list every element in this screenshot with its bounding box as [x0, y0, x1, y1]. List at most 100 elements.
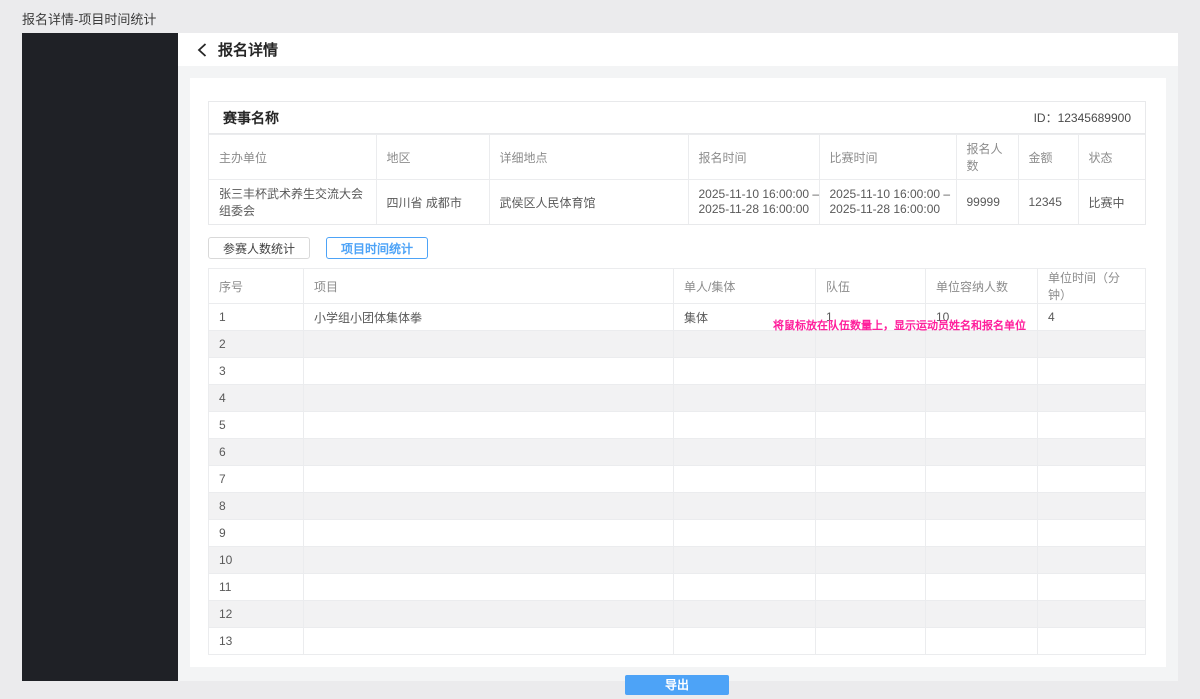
- amount-value: 12345: [1018, 180, 1078, 225]
- team-count-cell: [816, 574, 926, 601]
- signup-count-value: 99999: [956, 180, 1018, 225]
- team-count-cell: [816, 412, 926, 439]
- status-badge: 比赛中: [1078, 180, 1145, 225]
- table-cell: [1038, 412, 1146, 439]
- match-time-value: 2025-11-10 16:00:00 – 2025-11-28 16:00:0…: [819, 180, 956, 225]
- table-header-row: 序号 项目 单人/集体 队伍 单位容纳人数 单位时间（分钟）: [209, 269, 1146, 304]
- team-count-cell: [816, 601, 926, 628]
- table-cell: [674, 520, 816, 547]
- table-cell: [926, 439, 1038, 466]
- stat-tabs: 参赛人数统计 项目时间统计: [208, 237, 1146, 259]
- table-cell: [926, 601, 1038, 628]
- event-info-table: 主办单位 地区 详细地点 报名时间 比赛时间 报名人数 金额 状态 张三丰杯武术: [209, 134, 1145, 224]
- table-cell: 6: [209, 439, 304, 466]
- table-cell: 5: [209, 412, 304, 439]
- col-project: 项目: [304, 269, 674, 304]
- app-screen: 报名详情 赛事名称 ID：12345689900 主办单位: [22, 33, 1178, 681]
- col-match-time: 比赛时间: [819, 135, 956, 180]
- table-cell: 2: [209, 331, 304, 358]
- table-cell: [926, 493, 1038, 520]
- table-cell: [1038, 358, 1146, 385]
- table-row: 4: [209, 385, 1146, 412]
- event-name-title: 赛事名称: [223, 108, 279, 128]
- info-header-row: 主办单位 地区 详细地点 报名时间 比赛时间 报名人数 金额 状态: [209, 135, 1145, 180]
- team-count-cell: [816, 439, 926, 466]
- table-row: 5: [209, 412, 1146, 439]
- table-cell: 7: [209, 466, 304, 493]
- table-cell: [926, 412, 1038, 439]
- table-cell: [674, 601, 816, 628]
- team-count-cell: [816, 385, 926, 412]
- table-cell: 9: [209, 520, 304, 547]
- table-cell: [304, 547, 674, 574]
- table-cell: 10: [926, 304, 1038, 331]
- col-organizer: 主办单位: [209, 135, 376, 180]
- table-row: 13: [209, 628, 1146, 655]
- col-team: 队伍: [816, 269, 926, 304]
- table-cell: [304, 358, 674, 385]
- main-content: 报名详情 赛事名称 ID：12345689900 主办单位: [178, 33, 1178, 681]
- table-cell: [304, 412, 674, 439]
- table-cell: [926, 520, 1038, 547]
- table-cell: [674, 385, 816, 412]
- team-count-cell[interactable]: 1: [816, 304, 926, 331]
- table-cell: [304, 574, 674, 601]
- col-signup-count: 报名人数: [956, 135, 1018, 180]
- organizer-value: 张三丰杯武术养生交流大会组委会: [209, 180, 376, 225]
- table-row: 10: [209, 547, 1146, 574]
- table-cell: [1038, 628, 1146, 655]
- info-data-row: 张三丰杯武术养生交流大会组委会 四川省 成都市 武侯区人民体育馆 2025-11…: [209, 180, 1145, 225]
- table-cell: [304, 601, 674, 628]
- table-cell: [304, 466, 674, 493]
- team-count-cell: [816, 520, 926, 547]
- tab-participant-count[interactable]: 参赛人数统计: [208, 237, 310, 259]
- table-cell: [674, 358, 816, 385]
- table-cell: [674, 466, 816, 493]
- table-cell: [1038, 331, 1146, 358]
- back-button[interactable]: 报名详情: [196, 39, 278, 60]
- event-id: ID：12345689900: [1034, 109, 1131, 126]
- table-cell: [926, 385, 1038, 412]
- page-header: 报名详情: [178, 33, 1178, 66]
- col-unit-capacity: 单位容纳人数: [926, 269, 1038, 304]
- table-cell: [1038, 547, 1146, 574]
- tab-project-time[interactable]: 项目时间统计: [326, 237, 428, 259]
- table-cell: [674, 493, 816, 520]
- browser-title: 报名详情-项目时间统计: [0, 0, 1200, 33]
- table-cell: [926, 358, 1038, 385]
- page-title: 报名详情: [218, 39, 278, 60]
- export-button[interactable]: 导出: [625, 675, 729, 695]
- region-value: 四川省 成都市: [376, 180, 489, 225]
- table-cell: [1038, 439, 1146, 466]
- col-index: 序号: [209, 269, 304, 304]
- table-cell: [1038, 520, 1146, 547]
- table-cell: 11: [209, 574, 304, 601]
- table-cell: [304, 439, 674, 466]
- team-count-cell: [816, 466, 926, 493]
- col-region: 地区: [376, 135, 489, 180]
- table-cell: 13: [209, 628, 304, 655]
- col-status: 状态: [1078, 135, 1145, 180]
- col-venue: 详细地点: [489, 135, 688, 180]
- table-cell: [674, 547, 816, 574]
- detail-panel: 赛事名称 ID：12345689900 主办单位 地区 详细地点 报名时间: [190, 78, 1166, 667]
- table-row: 1小学组小团体集体拳集体1104: [209, 304, 1146, 331]
- col-signup-time: 报名时间: [688, 135, 819, 180]
- table-cell: [926, 574, 1038, 601]
- table-cell: [304, 520, 674, 547]
- table-row: 3: [209, 358, 1146, 385]
- table-row: 12: [209, 601, 1146, 628]
- signup-time-value: 2025-11-10 16:00:00 – 2025-11-28 16:00:0…: [688, 180, 819, 225]
- table-cell: [926, 628, 1038, 655]
- table-cell: [304, 331, 674, 358]
- table-cell: [674, 331, 816, 358]
- col-unit-time: 单位时间（分钟）: [1038, 269, 1146, 304]
- col-single-group: 单人/集体: [674, 269, 816, 304]
- table-cell: [926, 331, 1038, 358]
- table-cell: 8: [209, 493, 304, 520]
- table-cell: [674, 574, 816, 601]
- project-time-table: 序号 项目 单人/集体 队伍 单位容纳人数 单位时间（分钟） 1小学组小团体集体…: [208, 268, 1146, 655]
- table-cell: [926, 547, 1038, 574]
- table-row: 2: [209, 331, 1146, 358]
- table-row: 7: [209, 466, 1146, 493]
